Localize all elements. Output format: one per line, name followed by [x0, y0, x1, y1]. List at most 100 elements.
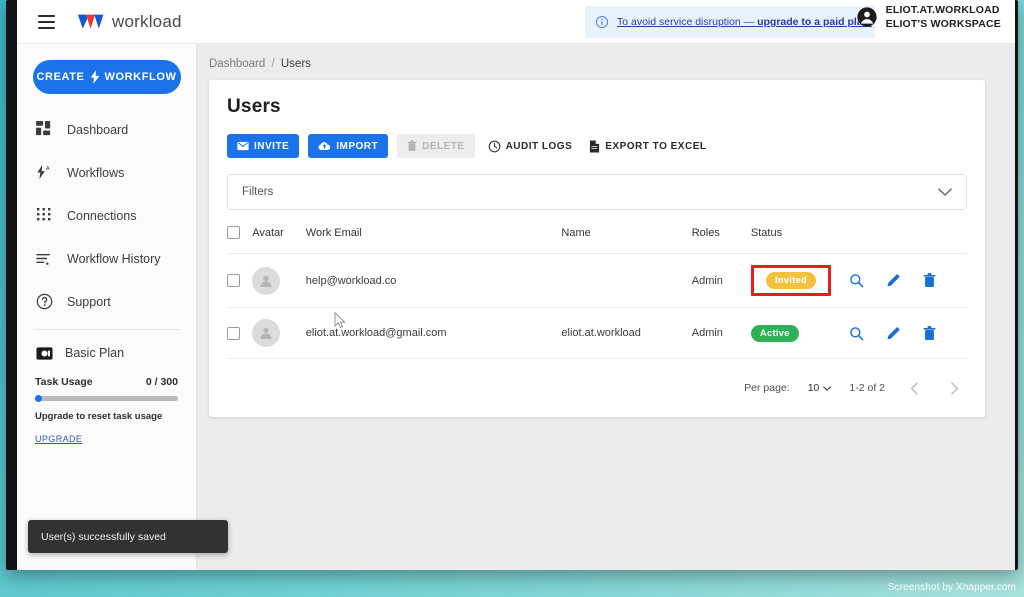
task-usage-label: Task Usage: [35, 376, 93, 388]
delete-button-label: DELETE: [422, 140, 465, 152]
brand-name: workload: [112, 11, 182, 31]
per-page-value: 10: [807, 382, 820, 394]
workload-w-logo-icon: [77, 14, 104, 29]
pagination-controls: Per page: 10 1-2 of 2: [227, 377, 967, 399]
sidebar-item-workflows[interactable]: A Workflows: [17, 151, 196, 194]
header-roles: Roles: [691, 226, 751, 254]
export-button-label: EXPORT TO EXCEL: [605, 140, 707, 152]
users-table: Avatar Work Email Name Roles Status help…: [227, 226, 967, 359]
export-to-excel-button[interactable]: EXPORT TO EXCEL: [585, 134, 710, 158]
account-name: ELIOT.AT.WORKLOAD: [885, 4, 1000, 16]
edit-pencil-icon[interactable]: [886, 273, 901, 288]
row-status-cell: Active: [750, 307, 849, 359]
row-name: eliot.at.workload: [561, 307, 692, 359]
dashboard-grid-icon: [35, 121, 53, 139]
task-usage-progress-handle: [35, 395, 42, 402]
main-content-area: Dashboard / Users Users INVITE IMPORT DE…: [197, 44, 1015, 570]
help-circle-icon: [35, 293, 53, 311]
audit-logs-button-label: AUDIT LOGS: [505, 140, 573, 152]
sidebar-item-support[interactable]: Support: [17, 280, 196, 323]
page-title: Users: [227, 96, 281, 117]
status-badge: Active: [750, 324, 799, 342]
toast-message: User(s) successfully saved: [41, 530, 166, 543]
plan-name: Basic Plan: [65, 346, 125, 360]
status-highlight-box: Invited: [750, 265, 831, 296]
toast-notification: User(s) successfully saved: [28, 520, 228, 553]
sidebar-divider: [35, 329, 180, 330]
info-circle-icon: [595, 15, 609, 29]
sidebar-item-label: Dashboard: [67, 122, 129, 137]
search-icon[interactable]: [849, 326, 864, 341]
delete-button: DELETE: [397, 134, 475, 158]
plan-upgrade-hint: Upgrade to reset task usage: [35, 411, 163, 422]
sidebar-item-label: Workflow History: [67, 251, 161, 266]
row-avatar-cell: [252, 307, 306, 359]
row-status-cell: Invited: [750, 253, 849, 308]
row-role: Admin: [691, 253, 751, 308]
table-header-row: Avatar Work Email Name Roles Status: [227, 226, 967, 254]
row-avatar-cell: [252, 253, 306, 308]
breadcrumb-root[interactable]: Dashboard: [209, 58, 265, 70]
import-button[interactable]: IMPORT: [308, 134, 389, 158]
sidebar-item-connections[interactable]: Connections: [17, 194, 196, 237]
apps-dots-icon: [35, 207, 53, 225]
upgrade-banner-link[interactable]: To avoid service disruption — upgrade to…: [617, 16, 872, 28]
users-toolbar: INVITE IMPORT DELETE AUDIT LOGS EXPORT T…: [227, 134, 967, 158]
sidebar-item-label: Support: [67, 294, 111, 309]
chevron-right-icon: [950, 381, 958, 395]
audit-logs-button[interactable]: AUDIT LOGS: [484, 134, 577, 158]
header-name: Name: [561, 226, 692, 254]
invite-button[interactable]: INVITE: [227, 134, 300, 158]
sidebar-item-dashboard[interactable]: Dashboard: [17, 108, 196, 151]
row-role: Admin: [691, 307, 751, 359]
task-usage-progress-bar: [35, 395, 178, 402]
per-page-label: Per page:: [744, 382, 790, 394]
row-email: help@workload.co: [305, 253, 562, 308]
status-badge: Invited: [765, 272, 816, 289]
pagination-next-button[interactable]: [943, 377, 965, 399]
sidebar-item-workflow-history[interactable]: Workflow History: [17, 237, 196, 280]
table-row[interactable]: help@workload.co Admin Invited: [227, 253, 967, 308]
create-button-label-right: WORKFLOW: [104, 71, 177, 83]
left-sidebar: CREATE WORKFLOW Dashboard A Workflows Co…: [17, 44, 197, 570]
filters-panel-toggle[interactable]: Filters: [227, 174, 967, 210]
trash-icon[interactable]: [923, 273, 936, 288]
header-avatar: Avatar: [252, 226, 306, 254]
pagination-prev-button[interactable]: [903, 377, 925, 399]
workflow-bolt-icon: A: [35, 164, 53, 182]
header-select-all: [227, 226, 253, 254]
browser-window-frame: workload To avoid service disruption — u…: [6, 0, 1018, 570]
document-icon: [590, 139, 600, 153]
sidebar-item-label: Connections: [67, 208, 137, 223]
person-avatar-icon: [252, 319, 281, 347]
select-all-checkbox[interactable]: [227, 226, 240, 239]
row-select-cell: [227, 253, 253, 308]
account-menu[interactable]: ELIOT.AT.WORKLOAD ELIOT'S WORKSPACE: [856, 4, 1001, 30]
per-page-select[interactable]: 10: [808, 382, 832, 394]
trash-icon: [407, 140, 417, 151]
task-usage-value: 0 / 300: [145, 376, 178, 388]
brand-logo[interactable]: workload: [77, 12, 182, 32]
create-workflow-button[interactable]: CREATE WORKFLOW: [32, 60, 181, 94]
upgrade-banner[interactable]: To avoid service disruption — upgrade to…: [585, 6, 875, 38]
trash-icon[interactable]: [923, 325, 936, 341]
app-viewport: workload To avoid service disruption — u…: [17, 0, 1015, 570]
row-actions-cell: [848, 253, 967, 308]
chevron-down-icon: [823, 385, 832, 391]
chevron-down-icon: [938, 187, 952, 196]
hamburger-menu-icon[interactable]: [29, 0, 63, 44]
row-checkbox[interactable]: [227, 274, 240, 287]
search-icon[interactable]: [849, 273, 864, 288]
account-circle-icon[interactable]: [856, 6, 878, 28]
pagination-range: 1-2 of 2: [849, 382, 885, 394]
invite-button-label: INVITE: [254, 140, 290, 152]
row-select-cell: [227, 307, 253, 359]
person-avatar-icon: [252, 266, 281, 295]
edit-pencil-icon[interactable]: [886, 326, 901, 341]
history-list-icon: [35, 250, 53, 268]
upgrade-link[interactable]: UPGRADE: [35, 434, 82, 444]
create-button-label-left: CREATE: [36, 71, 85, 83]
import-button-label: IMPORT: [336, 140, 379, 152]
top-navigation-bar: workload To avoid service disruption — u…: [17, 0, 1015, 44]
row-checkbox[interactable]: [227, 326, 240, 340]
